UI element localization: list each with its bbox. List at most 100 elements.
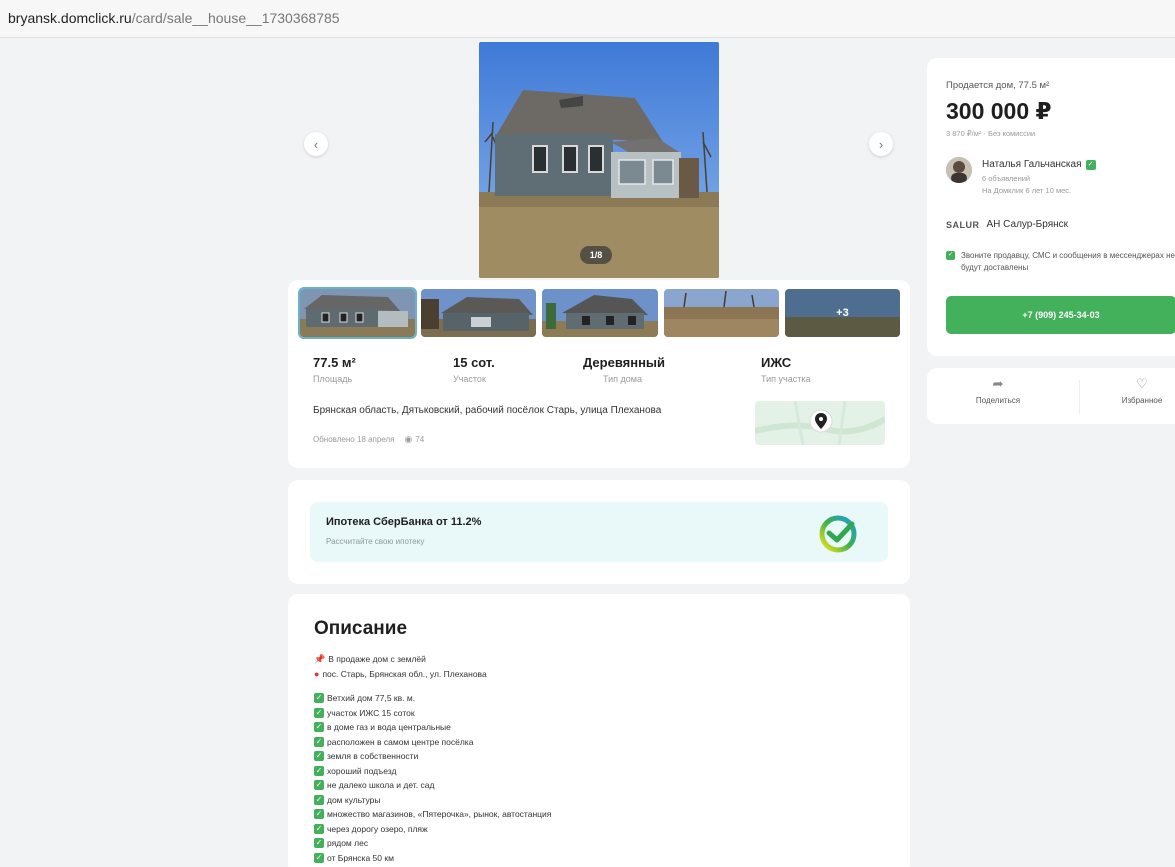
listing-price: 300 000 ₽ [946,98,1052,124]
description-item-text: не далеко школа и дет. сад [327,780,435,790]
location-pin-icon: ● [314,668,320,679]
mortgage-subtitle: Рассчитайте свою ипотеку [326,537,425,546]
agency-logo: SALUR [946,219,980,230]
seller-avatar[interactable] [946,157,972,183]
description-item: ✓ Ветхий дом 77,5 кв. м. [314,691,551,706]
contact-notice: ✓ Звоните продавцу, СМС и сообщения в ме… [946,250,1175,274]
description-item-text: хороший подъезд [327,765,397,776]
description-item: ✓ не далеко школа и дет. сад [314,778,551,793]
main-photo[interactable] [479,42,719,278]
listing-info-card: +3 77.5 м² Площадь 15 сот. Участок Дерев… [288,280,910,468]
gallery-next-button[interactable]: › [869,132,893,156]
description-item-text: дом культуры [327,794,381,805]
description-text: 📌 В продаже дом с землёй ● пос. Старь, Бря… [314,652,551,865]
checkmark-icon: ✓ [314,780,324,791]
favorite-label: Избранное [1121,396,1163,405]
checkmark-icon: ✓ [314,765,324,776]
fact-plot: 15 сот. Участок [453,355,495,384]
share-icon: ➦ [992,376,1004,391]
agency-row[interactable]: SALUR АН Салур-Брянск [946,219,1068,230]
description-title: Описание [314,618,408,639]
mini-map[interactable] [755,401,885,445]
fact-plot-type-value: ИЖС [761,355,792,370]
fact-plot-type-label: Тип участка [761,374,811,384]
thumbnail-2[interactable] [421,289,537,337]
description-intro-text: пос. Старь, Брянская обл., ул. Плеханова [322,668,487,679]
fact-area: 77.5 м² Площадь [313,355,356,384]
favorite-button[interactable]: ♡ Избранное [1087,376,1175,405]
mortgage-card: Ипотека СберБанка от 11.2% Рассчитайте с… [288,480,910,584]
listing-type: Продается дом, 77.5 м² [946,80,1050,91]
photo-gallery: ‹ › 1/8 [288,40,910,280]
photo-counter: 1/8 [580,246,612,264]
description-item: ✓ в доме газ и вода центральные [314,720,551,735]
views-count: 74 [415,435,425,444]
agency-name: АН Салур-Брянск [986,219,1069,230]
chevron-right-icon: › [878,136,884,152]
pushpin-icon: 📌 [314,654,326,664]
description-item: ✓ участок ИЖС 15 соток [314,706,551,721]
url-path: /card/sale__house__1730368785 [131,10,340,26]
description-card: Описание 📌 В продаже дом с землёй ● пос. С… [288,594,910,867]
description-item: ✓ хороший подъезд [314,764,551,779]
checkmark-icon: ✓ [314,722,324,733]
seller-name: Наталья Гальчанская [982,159,1082,170]
thumbnail-1[interactable] [297,287,418,339]
seller-since: На Домклик 6 лет 10 мес. [982,186,1072,195]
show-phone-button[interactable]: +7 (909) 245-34-03 [946,296,1175,334]
share-label: Поделиться [975,396,1021,405]
checkmark-icon: ✓ [314,852,324,863]
description-item-text: Ветхий дом 77,5 кв. м. [327,693,416,703]
checkmark-icon: ✓ [314,794,324,805]
share-button[interactable]: ➦ Поделиться [953,376,1043,405]
fact-area-label: Площадь [313,374,353,384]
description-item: ✓ через дорогу озеро, пляж [314,822,551,837]
key-facts: 77.5 м² Площадь 15 сот. Участок Деревянн… [313,355,873,387]
description-item-text: в доме газ и вода центральные [327,722,451,732]
listing-meta: Обновлено 18 апреля ◉ 74 [313,434,424,445]
description-item-text: земля в собственности [327,751,419,761]
page-url[interactable]: bryansk.domclick.ru/card/sale__house__17… [8,10,340,26]
description-item-text: от Брянска 50 км [327,852,394,863]
seller-name-row[interactable]: Наталья Гальчанская ✓ [982,159,1096,170]
description-item-text: участок ИЖС 15 соток [327,707,415,718]
thumbnail-4[interactable] [663,289,779,337]
views-counter: ◉ 74 [404,434,424,445]
browser-address-bar[interactable]: bryansk.domclick.ru/card/sale__house__17… [0,0,1175,38]
shield-icon: ✓ [946,251,955,260]
verified-icon: ✓ [1085,159,1096,170]
description-item: ✓ дом культуры [314,793,551,808]
description-line: 📌 В продаже дом с землёй [314,652,551,667]
fact-plot-value: 15 сот. [453,355,495,370]
description-item-text: через дорогу озеро, пляж [327,823,428,834]
thumbnail-5-more[interactable]: +3 [784,289,901,337]
mortgage-banner[interactable]: Ипотека СберБанка от 11.2% Рассчитайте с… [310,502,888,562]
actions-divider [1079,380,1080,414]
listing-address: Брянская область, Дятьковский, рабочий п… [313,405,662,416]
description-item: ✓ множество магазинов, «Пятерочка», рынок… [314,807,551,822]
fact-house-type-value: Деревянный [583,355,666,370]
description-item-text: расположен в самом центре посёлка [327,736,474,747]
price-per-meter: 3 870 ₽/м² · Без комиссии [946,129,1036,138]
eye-icon: ◉ [404,434,413,444]
description-item: ✓ рядом лес [314,836,551,851]
description-line: ● пос. Старь, Брянская обл., ул. Плеханов… [314,667,551,682]
heart-icon: ♡ [1136,376,1148,391]
checkmark-icon: ✓ [314,707,324,718]
description-item-text: множество магазинов, «Пятерочка», рынок,… [327,809,552,819]
checkmark-icon: ✓ [314,823,324,834]
sberbank-logo-icon [818,514,858,559]
fact-area-value: 77.5 м² [313,355,356,370]
gallery-prev-button[interactable]: ‹ [304,132,328,156]
checkmark-icon: ✓ [314,693,324,704]
mortgage-title: Ипотека СберБанка от 11.2% [326,516,482,528]
fact-plot-label: Участок [453,374,486,384]
fact-house-type: Деревянный Тип дома [583,355,665,384]
thumbnail-3[interactable] [542,289,658,337]
seller-card: Продается дом, 77.5 м² 300 000 ₽ 3 870 ₽… [927,58,1175,356]
checkmark-icon: ✓ [314,736,324,747]
fact-plot-type: ИЖС Тип участка [761,355,810,384]
more-photos-count: +3 [836,307,849,319]
seller-ads-count[interactable]: 6 объявлений [982,174,1030,183]
updated-date: Обновлено 18 апреля [313,435,395,444]
